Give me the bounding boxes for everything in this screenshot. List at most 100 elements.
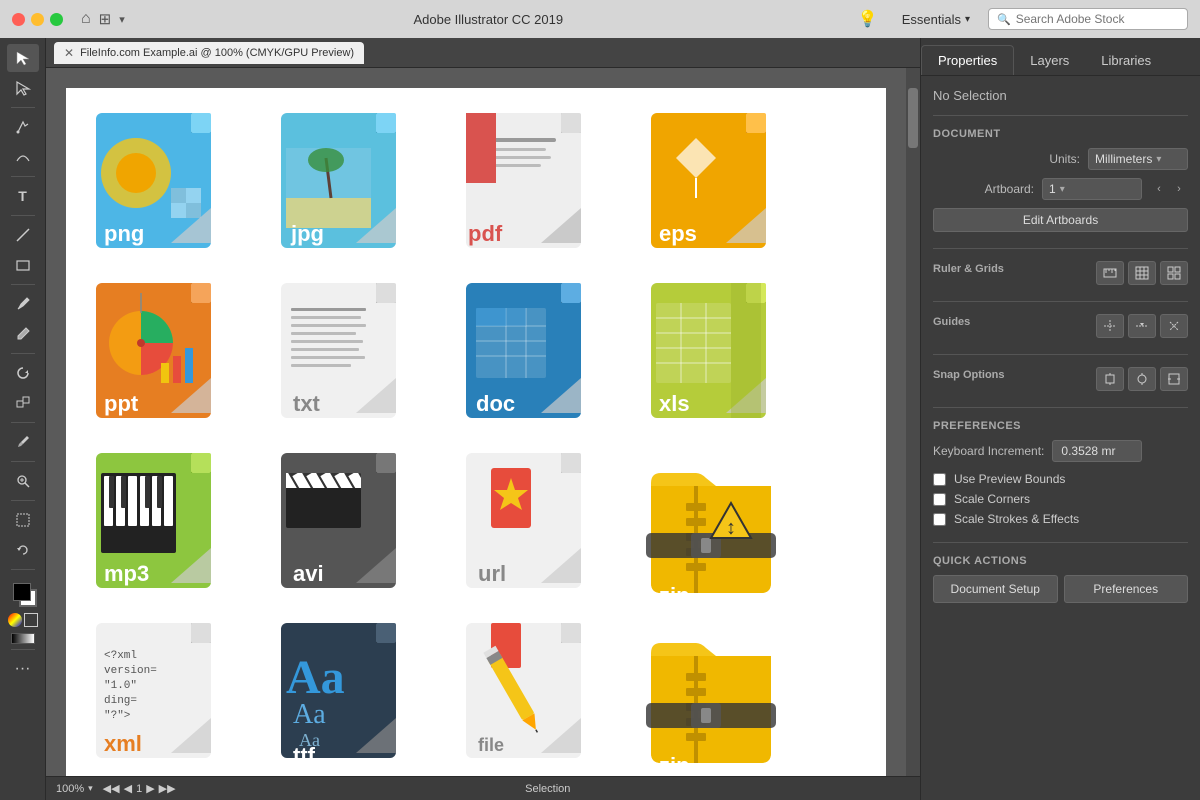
- prev-artboard-arrow[interactable]: ‹: [1150, 180, 1168, 198]
- selection-mode: Selection: [186, 783, 910, 795]
- file-icon-ai: file: [456, 618, 631, 776]
- tab-properties[interactable]: Properties: [921, 45, 1014, 75]
- zoom-control[interactable]: 100% ▾: [56, 783, 93, 795]
- svg-text:↕: ↕: [726, 517, 736, 539]
- guide-icon-btn-3[interactable]: [1160, 314, 1188, 338]
- file-icon-zip2: zip: [641, 618, 816, 776]
- next-artboard-arrow[interactable]: ›: [1170, 180, 1188, 198]
- file-icon-xls: xls: [641, 278, 816, 438]
- tool-separator-9: [11, 569, 35, 570]
- right-panel: Properties Layers Libraries No Selection…: [920, 38, 1200, 800]
- snap-icon-btn-1[interactable]: [1096, 367, 1124, 391]
- fill-color[interactable]: [13, 583, 31, 601]
- direct-selection-tool[interactable]: [7, 74, 39, 102]
- use-preview-bounds-checkbox[interactable]: [933, 473, 946, 486]
- prev-btn[interactable]: ◀: [124, 782, 132, 795]
- pencil-tool[interactable]: [7, 320, 39, 348]
- guide-icon-btn-2[interactable]: [1128, 314, 1156, 338]
- file-icon-ppt: ppt: [86, 278, 261, 438]
- minimize-button[interactable]: [31, 13, 44, 26]
- search-stock-input[interactable]: [1016, 12, 1179, 26]
- divider-6: [933, 542, 1188, 543]
- tab-libraries[interactable]: Libraries: [1085, 46, 1167, 75]
- prev-artboard-btn[interactable]: ◀◀: [103, 782, 120, 795]
- scale-tool[interactable]: [7, 389, 39, 417]
- maximize-button[interactable]: [50, 13, 63, 26]
- svg-text:png: png: [104, 221, 144, 246]
- artboard-dropdown[interactable]: 1 ▾: [1042, 178, 1142, 200]
- svg-text:<?xml: <?xml: [104, 650, 137, 662]
- curvature-tool[interactable]: [7, 143, 39, 171]
- chevron-down-icon: ▾: [965, 14, 970, 25]
- home-icon[interactable]: ⌂: [81, 10, 91, 28]
- guide-icon-btn-1[interactable]: [1096, 314, 1124, 338]
- grid-icon-btn[interactable]: [1128, 261, 1156, 285]
- snap-title: Snap Options: [933, 369, 1088, 381]
- keyboard-increment-input[interactable]: [1052, 440, 1142, 462]
- tab-layers[interactable]: Layers: [1014, 46, 1085, 75]
- paintbrush-tool[interactable]: [7, 290, 39, 318]
- none-icon[interactable]: [24, 613, 38, 627]
- svg-text:doc: doc: [476, 391, 515, 416]
- lightbulb-icon[interactable]: 💡: [858, 9, 878, 29]
- eyedropper-tool[interactable]: [7, 428, 39, 456]
- panel-tabs: Properties Layers Libraries: [921, 38, 1200, 76]
- type-tool[interactable]: T: [7, 182, 39, 210]
- chevron-down-icon[interactable]: ▾: [119, 13, 125, 26]
- svg-text:ppt: ppt: [104, 391, 139, 416]
- ruler-icon-btn[interactable]: [1096, 261, 1124, 285]
- preferences-btn[interactable]: Preferences: [1064, 575, 1189, 603]
- svg-text:xml: xml: [104, 731, 142, 756]
- quick-actions-title: Quick Actions: [933, 555, 1188, 567]
- selection-tool[interactable]: [7, 44, 39, 72]
- fill-stroke-colors[interactable]: [9, 579, 37, 607]
- close-button[interactable]: [12, 13, 25, 26]
- canvas-scrollbar[interactable]: [906, 68, 920, 776]
- search-stock-box[interactable]: 🔍: [988, 8, 1188, 30]
- snap-icon-btn-3[interactable]: [1160, 367, 1188, 391]
- tool-separator-4: [11, 284, 35, 285]
- keyboard-increment-row: Keyboard Increment:: [933, 440, 1188, 462]
- artboard-label: Artboard:: [933, 182, 1034, 196]
- keyboard-increment-label: Keyboard Increment:: [933, 444, 1044, 458]
- rotate-tool[interactable]: [7, 359, 39, 387]
- edit-artboards-btn[interactable]: Edit Artboards: [933, 208, 1188, 232]
- scale-corners-checkbox[interactable]: [933, 493, 946, 506]
- scale-corners-label: Scale Corners: [954, 492, 1030, 506]
- undo-tool[interactable]: [7, 536, 39, 564]
- artboard-nav-arrows: ‹ ›: [1150, 180, 1188, 198]
- color-icon[interactable]: [8, 613, 22, 627]
- gradient-swatch[interactable]: [11, 633, 35, 644]
- tab-close-btn[interactable]: ✕: [64, 46, 74, 60]
- file-icon-png: png: [86, 108, 261, 268]
- next-artboard-btn[interactable]: ▶▶: [159, 782, 176, 795]
- file-icon-txt: txt: [271, 278, 446, 438]
- units-dropdown[interactable]: Millimeters ▾: [1088, 148, 1188, 170]
- tool-separator-10: [11, 649, 35, 650]
- artboard-tool[interactable]: [7, 506, 39, 534]
- rectangle-tool[interactable]: [7, 251, 39, 279]
- more-tools[interactable]: ···: [7, 655, 39, 683]
- svg-text:mp3: mp3: [104, 561, 149, 586]
- zoom-tool[interactable]: [7, 467, 39, 495]
- line-tool[interactable]: [7, 221, 39, 249]
- snap-icon-btn-2[interactable]: [1128, 367, 1156, 391]
- scale-strokes-row: Scale Strokes & Effects: [933, 512, 1188, 526]
- zoom-dropdown-arrow[interactable]: ▾: [88, 783, 93, 794]
- scale-strokes-checkbox[interactable]: [933, 513, 946, 526]
- file-icon-pdf: pdf: [456, 108, 631, 268]
- document-tab[interactable]: ✕ FileInfo.com Example.ai @ 100% (CMYK/G…: [54, 42, 364, 64]
- pixel-grid-icon-btn[interactable]: [1160, 261, 1188, 285]
- tool-separator-5: [11, 353, 35, 354]
- artboard-nav: ◀◀ ◀ 1 ▶ ▶▶: [103, 782, 176, 795]
- ruler-grids-section: Ruler & Grids: [933, 261, 1188, 285]
- document-setup-btn[interactable]: Document Setup: [933, 575, 1058, 603]
- essentials-button[interactable]: Essentials ▾: [894, 9, 978, 30]
- grid-icon[interactable]: ⊞: [99, 10, 112, 28]
- pen-tool[interactable]: [7, 113, 39, 141]
- canvas-area: ✕ FileInfo.com Example.ai @ 100% (CMYK/G…: [46, 38, 920, 800]
- snap-icons: [1096, 367, 1188, 391]
- next-btn[interactable]: ▶: [146, 782, 154, 795]
- scroll-thumb[interactable]: [908, 88, 918, 148]
- file-icon-url: url: [456, 448, 631, 608]
